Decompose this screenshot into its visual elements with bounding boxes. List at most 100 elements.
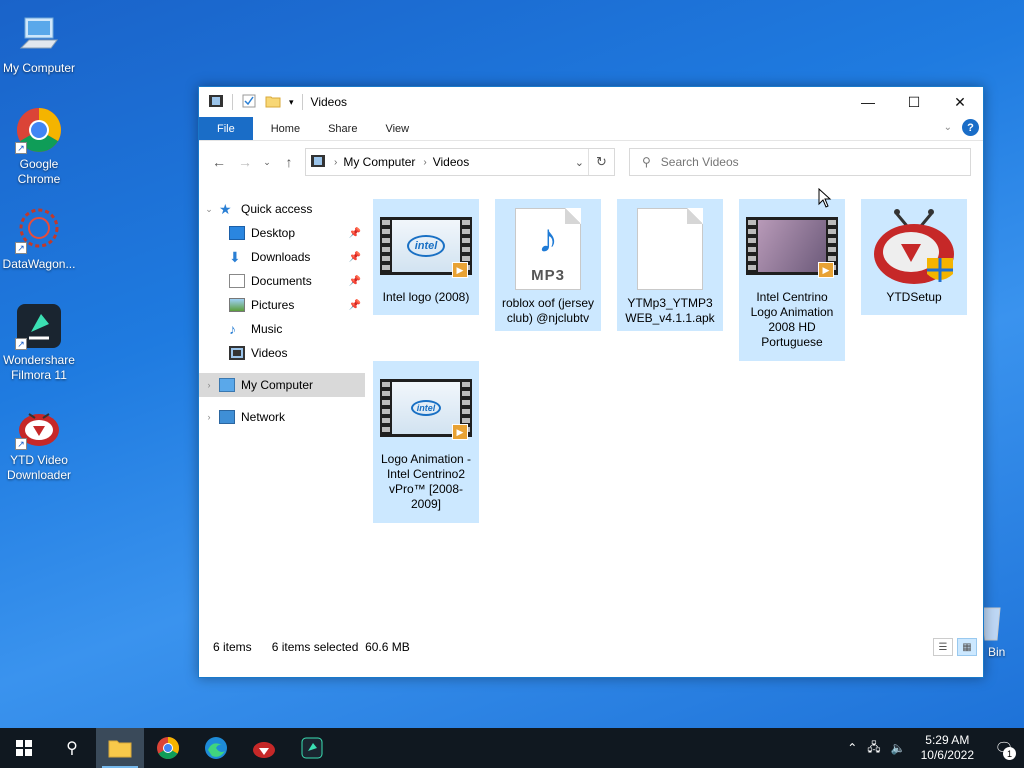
nav-network[interactable]: › Network (199, 405, 365, 429)
documents-icon (229, 274, 245, 288)
close-button[interactable]: ✕ (937, 87, 983, 117)
breadcrumb-my-computer[interactable]: My Computer (343, 155, 415, 169)
desktop-icon-label: Google Chrome (17, 157, 61, 186)
details-view-button[interactable]: ☰ (933, 638, 953, 656)
breadcrumb-videos[interactable]: Videos (433, 155, 469, 169)
computer-icon (15, 10, 63, 58)
video-thumbnail: intel ▶ (378, 368, 474, 448)
ribbon-tabs: File Home Share View ⌄ ? (199, 117, 983, 141)
navigation-pane: ⌄ ★ Quick access Desktop 📌 ⬇ Downloads 📌… (199, 183, 365, 635)
expand-icon[interactable]: › (199, 412, 219, 422)
volume-icon[interactable]: 🔈 (886, 741, 911, 755)
nav-videos[interactable]: Videos (199, 341, 365, 365)
computer-icon (219, 378, 235, 392)
nav-label: Documents (251, 274, 312, 288)
taskbar-ytd[interactable] (240, 728, 288, 768)
start-button[interactable] (0, 728, 48, 768)
filmora-icon (301, 737, 323, 759)
tab-share[interactable]: Share (314, 117, 371, 140)
large-icons-view-button[interactable]: ▦ (957, 638, 977, 656)
clock[interactable]: 5:29 AM 10/6/2022 (911, 733, 984, 763)
desktop-icon-label: YTD Video Downloader (6, 453, 72, 482)
desktop-icon-my-computer[interactable]: My Computer (0, 10, 78, 76)
nav-label: Network (241, 410, 286, 424)
expand-ribbon-icon[interactable]: ⌄ (944, 122, 952, 133)
audio-file-icon: ♪ MP3 (515, 208, 581, 290)
up-button[interactable]: ↑ (279, 154, 299, 170)
refresh-button[interactable]: ↻ (588, 149, 614, 175)
file-item[interactable]: ♪ MP3 roblox oof (jersey club) @njclubtv (495, 199, 601, 331)
nav-my-computer[interactable]: › My Computer (199, 373, 365, 397)
search-box[interactable]: ⚲ (629, 148, 971, 176)
back-button[interactable]: ← (209, 154, 229, 170)
nav-label: Downloads (251, 250, 311, 264)
video-thumbnail: ▶ (744, 206, 840, 286)
search-input[interactable] (660, 155, 941, 169)
shortcut-arrow-icon: ↗ (15, 142, 27, 154)
new-folder-icon[interactable] (265, 93, 281, 112)
file-item[interactable]: YTMp3_YTMP3WEB_v4.1.1.apk (617, 199, 723, 331)
qat-dropdown-icon[interactable]: ▾ (289, 97, 294, 108)
minimize-button[interactable]: — (845, 87, 891, 117)
desktop-icon-recycle-bin[interactable]: Bin (978, 604, 1024, 659)
file-name: YTMp3_YTMP3WEB_v4.1.1.apk (625, 296, 715, 325)
pin-icon: 📌 (348, 227, 361, 239)
taskbar: ⚲ ⌃ 🖧 🔈 5:29 AM 10/6/2022 🗨 1 (0, 728, 1024, 768)
desktop-icon-ytd[interactable]: ↗ YTD Video Downloader (0, 402, 78, 483)
taskbar-chrome[interactable] (144, 728, 192, 768)
video-thumbnail: intel ▶ (378, 206, 474, 286)
file-name: Logo Animation - Intel Centrino2 vPro™ [… (380, 452, 472, 511)
window-title: Videos (310, 95, 348, 109)
clock-time: 5:29 AM (925, 733, 970, 747)
search-button[interactable]: ⚲ (48, 728, 96, 768)
network-icon[interactable]: 🖧 (862, 738, 885, 759)
nav-music[interactable]: ♪ Music (199, 317, 365, 341)
blank-file-icon (637, 208, 703, 290)
tab-home[interactable]: Home (257, 117, 314, 140)
recent-locations-button[interactable]: ⌄ (261, 157, 273, 168)
play-icon: ▶ (452, 262, 468, 278)
nav-downloads[interactable]: ⬇ Downloads 📌 (199, 245, 365, 269)
desktop-icon-google-chrome[interactable]: ↗ Google Chrome (0, 106, 78, 187)
pin-icon: 📌 (348, 251, 361, 263)
taskbar-edge[interactable] (192, 728, 240, 768)
file-name: roblox oof (jersey club) @njclubtv (501, 296, 595, 325)
file-item[interactable]: intel ▶ Logo Animation - Intel Centrino2… (373, 361, 479, 523)
properties-icon[interactable] (241, 93, 257, 112)
music-note-icon: ♪ (229, 321, 236, 337)
collapse-icon[interactable]: ⌄ (199, 204, 219, 215)
file-item[interactable]: YTDSetup (861, 199, 967, 315)
nav-desktop[interactable]: Desktop 📌 (199, 221, 365, 245)
taskbar-filmora[interactable] (288, 728, 336, 768)
file-item[interactable]: ▶ Intel Centrino Logo Animation 2008 HD … (739, 199, 845, 361)
network-icon (219, 410, 235, 424)
help-button[interactable]: ? (962, 119, 979, 136)
mouse-cursor-icon (818, 188, 832, 208)
desktop-icon-label: DataWagon... (2, 257, 76, 271)
desktop-icon-filmora[interactable]: ↗ Wondershare Filmora 11 (0, 302, 78, 383)
video-folder-icon (310, 153, 326, 172)
nav-pictures[interactable]: Pictures 📌 (199, 293, 365, 317)
maximize-button[interactable]: ☐ (891, 87, 937, 117)
file-item[interactable]: intel ▶ Intel logo (2008) (373, 199, 479, 315)
generic-file-thumbnail (622, 206, 718, 292)
forward-button[interactable]: → (235, 154, 255, 170)
nav-quick-access[interactable]: ⌄ ★ Quick access (199, 197, 365, 221)
nav-label: Videos (251, 346, 288, 360)
video-folder-icon (208, 93, 224, 112)
pin-icon: 📌 (348, 275, 361, 287)
action-center-button[interactable]: 🗨 1 (984, 728, 1024, 768)
desktop-icon-datawagon[interactable]: ↗ DataWagon... (0, 206, 78, 272)
title-bar: ▾ Videos — ☐ ✕ (199, 87, 983, 117)
address-bar[interactable]: › My Computer › Videos ⌄ ↻ (305, 148, 615, 176)
expand-icon[interactable]: › (199, 380, 219, 390)
chrome-icon: ↗ (15, 106, 63, 154)
nav-documents[interactable]: Documents 📌 (199, 269, 365, 293)
selection-info: 6 items selected 60.6 MB (271, 640, 410, 654)
show-hidden-icons-button[interactable]: ⌃ (842, 741, 862, 755)
file-name: Intel logo (2008) (382, 290, 470, 304)
tab-view[interactable]: View (371, 117, 423, 140)
tab-file[interactable]: File (199, 117, 253, 140)
taskbar-file-explorer[interactable] (96, 728, 144, 768)
address-dropdown-icon[interactable]: ⌄ (575, 156, 584, 169)
